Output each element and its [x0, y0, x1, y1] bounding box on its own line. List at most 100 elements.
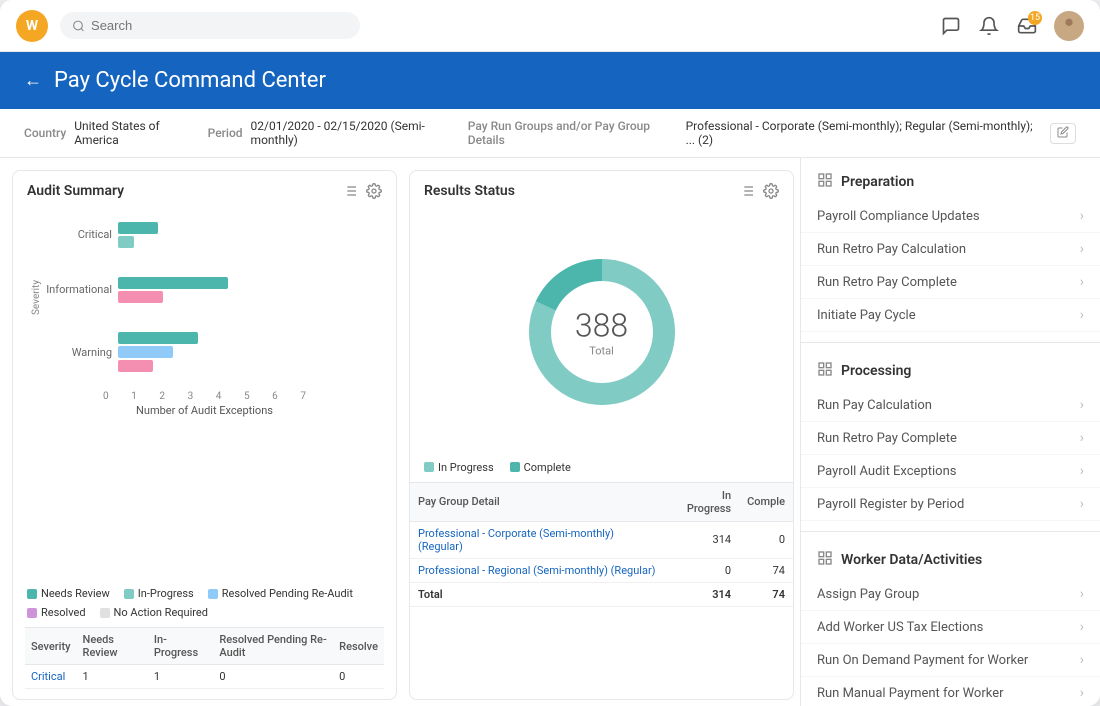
chat-icon[interactable]	[940, 15, 962, 37]
sidebar-item-payroll-audit[interactable]: Payroll Audit Exceptions ›	[801, 455, 1100, 488]
table-row: Professional - Regional (Semi-monthly) (…	[410, 558, 793, 582]
total-in-progress: 314	[667, 582, 739, 606]
results-settings-icon[interactable]	[763, 183, 779, 199]
sidebar-item-on-demand-payment[interactable]: Run On Demand Payment for Worker ›	[801, 644, 1100, 677]
sidebar-item-assign-pay-group[interactable]: Assign Pay Group ›	[801, 578, 1100, 611]
sidebar-item-payroll-compliance[interactable]: Payroll Compliance Updates ›	[801, 200, 1100, 233]
sidebar-item-retro-pay-complete[interactable]: Run Retro Pay Complete ›	[801, 266, 1100, 299]
total-label: Total	[410, 582, 667, 606]
legend-in-progress-results: In Progress	[424, 461, 494, 474]
audit-summary-panel: Audit Summary Severity Critical	[12, 170, 397, 700]
panels-row: Audit Summary Severity Critical	[0, 158, 800, 706]
right-sidebar: Preparation Payroll Compliance Updates ›…	[800, 158, 1100, 706]
warning-bar-3	[118, 360, 153, 372]
sidebar-item-retro-pay-calc[interactable]: Run Retro Pay Calculation ›	[801, 233, 1100, 266]
sidebar-item-run-pay-calc[interactable]: Run Pay Calculation ›	[801, 389, 1100, 422]
chevron-icon: ›	[1080, 586, 1084, 602]
bell-icon[interactable]	[978, 15, 1000, 37]
search-bar[interactable]	[60, 12, 360, 39]
group-name-2: Professional - Regional (Semi-monthly) (…	[410, 558, 667, 582]
col-pay-group: Pay Group Detail	[410, 482, 667, 521]
back-button[interactable]: ←	[24, 70, 42, 91]
chevron-icon: ›	[1080, 652, 1084, 668]
chevron-icon: ›	[1080, 685, 1084, 701]
col-complete: Comple	[739, 482, 793, 521]
search-icon	[72, 19, 85, 33]
legend-complete-results: Complete	[510, 461, 571, 474]
donut-chart: 388 Total	[522, 252, 682, 412]
bar-chart: Critical Informational	[42, 207, 382, 387]
workday-logo: W	[16, 10, 48, 42]
legend-dot-no-action	[100, 608, 110, 618]
results-panel-icons	[739, 183, 779, 199]
audit-summary-table: Severity Needs Review In-Progress Resolv…	[25, 627, 384, 689]
preparation-icon	[817, 172, 833, 192]
period-value: 02/01/2020 - 02/15/2020 (Semi-monthly)	[251, 119, 460, 147]
col-resolved-pending: Resolved Pending Re-Audit	[213, 628, 333, 665]
col-needs-review: Needs Review	[77, 628, 148, 665]
sidebar-divider-2	[801, 531, 1100, 532]
worker-data-title: Worker Data/Activities	[801, 550, 1100, 578]
table-row: Professional - Corporate (Semi-monthly) …	[410, 521, 793, 558]
col-in-progress: In-Progress	[148, 628, 213, 665]
complete-2: 74	[739, 558, 793, 582]
country-label: Country	[24, 126, 66, 140]
severity-cell: Critical	[25, 665, 77, 689]
bar-row-informational: Informational	[42, 277, 382, 303]
inbox-badge: 15	[1028, 11, 1042, 25]
legend-dot-needs-review	[27, 589, 37, 599]
pay-run-label: Pay Run Groups and/or Pay Group Details	[468, 119, 678, 147]
breadcrumb-edit-button[interactable]	[1050, 123, 1076, 144]
legend-resolved: Resolved	[27, 606, 86, 619]
donut-center: 388 Total	[575, 306, 628, 357]
search-input[interactable]	[91, 18, 348, 33]
bar-row-warning: Warning	[42, 332, 382, 372]
col-in-progress: In Progress	[667, 482, 739, 521]
page-title: Pay Cycle Command Center	[54, 68, 326, 93]
chevron-icon: ›	[1080, 208, 1084, 224]
page-header: ← Pay Cycle Command Center	[0, 52, 1100, 109]
avatar[interactable]	[1054, 11, 1084, 41]
legend-dot-resolved-pending	[208, 589, 218, 599]
table-row: Critical 1 1 0 0	[25, 665, 384, 689]
legend-dot-in-progress-results	[424, 462, 434, 472]
needs-review-cell[interactable]: 1	[77, 665, 148, 689]
critical-bar-1	[118, 222, 158, 234]
legend-in-progress: In-Progress	[124, 587, 194, 600]
chart-config-icon[interactable]	[342, 183, 358, 199]
chevron-icon: ›	[1080, 463, 1084, 479]
complete-1: 0	[739, 521, 793, 558]
col-resolve: Resolve	[333, 628, 384, 665]
preparation-title: Preparation	[801, 172, 1100, 200]
sidebar-item-manual-payment[interactable]: Run Manual Payment for Worker ›	[801, 677, 1100, 706]
breadcrumb-bar: Country United States of America Period …	[0, 109, 1100, 158]
sidebar-item-add-worker-tax[interactable]: Add Worker US Tax Elections ›	[801, 611, 1100, 644]
chevron-icon: ›	[1080, 397, 1084, 413]
donut-total-number: 388	[575, 306, 628, 344]
audit-settings-icon[interactable]	[366, 183, 382, 199]
results-chart-icon[interactable]	[739, 183, 755, 199]
main-content: Audit Summary Severity Critical	[0, 158, 1100, 706]
chevron-icon: ›	[1080, 619, 1084, 635]
group-name-1: Professional - Corporate (Semi-monthly) …	[410, 521, 667, 558]
sidebar-item-payroll-register[interactable]: Payroll Register by Period ›	[801, 488, 1100, 521]
resolved-cell: 0	[333, 665, 384, 689]
sidebar-item-run-retro-pay[interactable]: Run Retro Pay Complete ›	[801, 422, 1100, 455]
sidebar-item-initiate-pay-cycle[interactable]: Initiate Pay Cycle ›	[801, 299, 1100, 332]
informational-bar-2	[118, 291, 163, 303]
legend-dot-complete-results	[510, 462, 520, 472]
critical-link[interactable]: Critical	[31, 670, 65, 683]
inbox-icon[interactable]: 15	[1016, 15, 1038, 37]
period-label: Period	[208, 126, 243, 140]
in-progress-cell[interactable]: 1	[148, 665, 213, 689]
worker-data-icon	[817, 550, 833, 570]
donut-chart-container: 388 Total	[410, 207, 793, 457]
top-navigation: W 15	[0, 0, 1100, 52]
chart-legend: Needs Review In-Progress Resolved Pendin…	[13, 581, 396, 627]
audit-panel-header: Audit Summary	[13, 171, 396, 207]
critical-bar-2	[118, 236, 134, 248]
bar-row-critical: Critical	[42, 222, 382, 248]
warning-bar-1	[118, 332, 198, 344]
x-axis: 01234567	[27, 387, 382, 402]
y-axis-label: Severity	[27, 207, 42, 387]
